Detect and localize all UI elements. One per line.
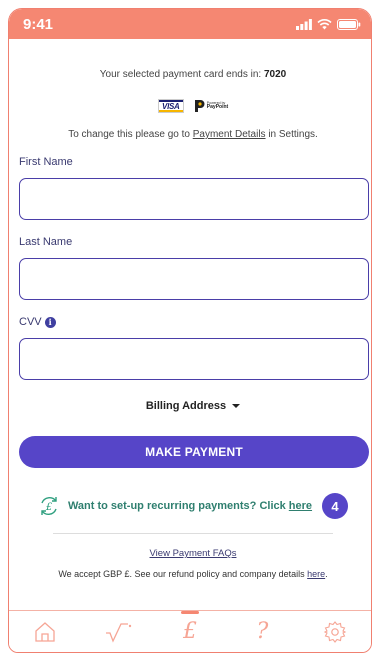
payment-logos: VISA Powered by PayPoint [19,97,367,115]
recurring-payments-row: £ Want to set-up recurring payments? Cli… [19,493,367,519]
tab-usage[interactable] [98,613,138,651]
recurring-text: Want to set-up recurring payments? Click… [68,500,312,512]
home-icon [35,621,55,642]
accept-text: We accept GBP £. See our refund policy a… [19,569,367,579]
tab-settings[interactable] [315,613,355,651]
first-name-label-text: First Name [19,156,73,168]
faq-row: View Payment FAQs [19,548,367,559]
last-name-label: Last Name [19,236,367,248]
svg-text:£: £ [45,502,53,513]
change-suffix: in Settings. [268,129,318,140]
step-badge: 4 [322,493,349,519]
first-name-label: First Name [19,156,367,168]
tab-payments[interactable]: £ [170,610,210,651]
battery-icon [337,18,361,30]
recurring-text-label: Want to set-up recurring payments? Click [67,500,286,512]
info-icon[interactable]: i [44,316,56,328]
paypoint-name: PayPoint [206,104,229,111]
card-last-digits: 7020 [263,69,287,80]
phone-frame: 9:41 Your selected payment card ends in: [8,8,372,653]
signal-icon [296,18,312,30]
billing-address-dropdown[interactable]: Billing Address [19,400,367,412]
accept-text-label: We accept GBP £. See our refund policy a… [58,569,305,579]
paypoint-mark-icon [194,100,205,112]
payment-faqs-link[interactable]: View Payment FAQs [150,548,237,559]
payment-details-link[interactable]: Payment Details [193,129,266,140]
status-bar: 9:41 [9,9,371,39]
tab-bar: £ ? [9,610,371,652]
last-name-label-text: Last Name [19,236,73,248]
cvv-label-text: CVV [19,316,42,328]
paypoint-logo: Powered by PayPoint [194,99,228,113]
change-prefix: To change this please go to [68,129,190,140]
card-info: Your selected payment card ends in: 7020 [19,69,367,80]
make-payment-button[interactable]: MAKE PAYMENT [19,436,369,468]
recurring-pound-icon: £ [41,497,57,515]
cvv-label: CVV i [19,316,367,328]
gear-icon [323,620,346,643]
billing-address-label: Billing Address [145,400,227,412]
chevron-down-icon [232,404,241,408]
tab-home[interactable] [25,613,65,651]
pound-icon: £ [182,619,197,644]
company-details-link[interactable]: here [307,569,325,579]
status-time: 9:41 [23,15,54,33]
cvv-input[interactable] [19,338,369,380]
tab-help[interactable]: ? [242,613,282,651]
divider [53,533,333,534]
last-name-input[interactable] [19,258,369,300]
change-card-text: To change this please go to Payment Deta… [19,129,367,140]
first-name-input[interactable] [19,178,369,220]
question-icon: ? [256,619,269,644]
card-info-text: Your selected payment card ends in: [99,69,262,80]
wifi-icon [317,18,332,29]
accept-end: . [325,569,328,579]
payment-content: Your selected payment card ends in: 7020… [9,69,371,579]
graph-icon [105,622,131,643]
status-icons [296,18,361,30]
visa-logo: VISA [157,99,184,113]
recurring-here-link[interactable]: here [289,500,312,512]
